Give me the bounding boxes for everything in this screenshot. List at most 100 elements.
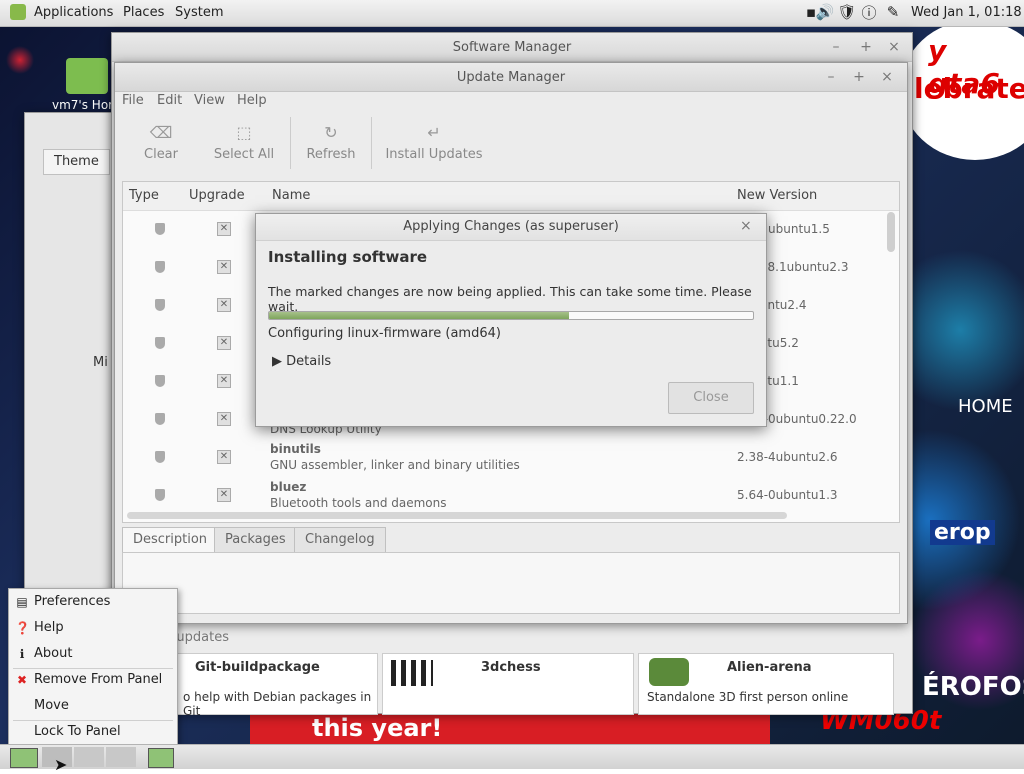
clock[interactable]: Wed Jan 1, 01:18 [911, 5, 1022, 20]
details-label: Details [286, 354, 332, 369]
menu-places[interactable]: Places [123, 5, 164, 20]
app-card-title: 3dchess [481, 660, 541, 675]
menu-edit[interactable]: Edit [157, 93, 182, 108]
close-icon[interactable]: × [740, 218, 752, 234]
menu-file[interactable]: File [122, 93, 144, 108]
workspace-3[interactable] [106, 747, 136, 767]
upgrade-checkbox[interactable]: ✕ [217, 222, 231, 236]
menu-system[interactable]: System [175, 5, 223, 20]
wallpaper-text-2: lebrate [914, 72, 1024, 105]
col-type[interactable]: Type [129, 182, 159, 210]
security-icon [155, 375, 165, 387]
col-name[interactable]: Name [272, 182, 310, 210]
close-button[interactable]: Close [668, 382, 754, 414]
show-desktop-icon[interactable] [10, 748, 38, 768]
security-icon [155, 337, 165, 349]
clear-button[interactable]: ⌫ Clear [131, 113, 191, 173]
close-icon[interactable]: × [886, 39, 902, 55]
mint-logo-icon[interactable] [10, 4, 26, 20]
row-version: 2.38-4ubuntu2.6 [737, 450, 838, 464]
upgrade-checkbox[interactable]: ✕ [217, 260, 231, 274]
menu-item-about[interactable]: ℹ About [9, 641, 177, 667]
table-row[interactable]: ✕ bluez Bluetooth tools and daemons 5.64… [123, 476, 899, 514]
network-icon[interactable]: ✎ [884, 3, 902, 21]
security-icon [155, 489, 165, 501]
about-icon: ℹ [19, 647, 25, 661]
toolbar-separator [290, 117, 291, 169]
upgrade-checkbox[interactable]: ✕ [217, 450, 231, 464]
maximize-icon[interactable]: + [858, 39, 874, 55]
details-expander[interactable]: ▶ Details [272, 354, 331, 369]
security-icon [155, 223, 165, 235]
dialog-heading: Installing software [268, 248, 428, 266]
upgrade-checkbox[interactable]: ✕ [217, 336, 231, 350]
wallpaper-text-5: ÉROFOS [922, 672, 1024, 702]
menu-item-move[interactable]: Move [9, 693, 177, 719]
preferences-icon: ▤ [16, 595, 28, 609]
upgrade-checkbox[interactable]: ✕ [217, 298, 231, 312]
tab-packages[interactable]: Packages [214, 527, 297, 553]
progress-status: Configuring linux-firmware (amd64) [268, 326, 501, 341]
close-icon[interactable]: × [879, 69, 895, 85]
install-label: Install Updates [385, 147, 483, 162]
upgrade-checkbox[interactable]: ✕ [217, 374, 231, 388]
tab-changelog[interactable]: Changelog [294, 527, 386, 553]
upgrade-checkbox[interactable]: ✕ [217, 488, 231, 502]
minimize-icon[interactable]: – [828, 39, 844, 55]
maximize-icon[interactable]: + [851, 69, 867, 85]
security-icon [155, 261, 165, 273]
panel-applet-icon[interactable] [148, 748, 174, 768]
menu-help[interactable]: Help [237, 93, 267, 108]
upgrade-checkbox[interactable]: ✕ [217, 412, 231, 426]
dialog-message: The marked changes are now being applied… [268, 284, 752, 314]
row-version: 5.64-0ubuntu1.3 [737, 488, 838, 502]
refresh-icon: ↻ [324, 123, 338, 142]
col-upgrade[interactable]: Upgrade [189, 182, 245, 210]
home-folder-icon[interactable] [66, 58, 108, 94]
menu-view[interactable]: View [194, 93, 225, 108]
row-name: bluez [270, 480, 307, 494]
menu-item-remove-from-panel[interactable]: ✖ Remove From Panel [9, 667, 177, 693]
select-all-icon: ⬚ [236, 123, 252, 142]
menu-item-preferences[interactable]: ▤ Preferences [9, 589, 177, 615]
minimize-icon[interactable]: – [823, 69, 839, 85]
select-all-label: Select All [213, 147, 275, 162]
applying-changes-dialog: Applying Changes (as superuser) × Instal… [255, 213, 767, 427]
chess-icon [391, 660, 433, 686]
refresh-button[interactable]: ↻ Refresh [301, 113, 361, 173]
toolbar: ⌫ Clear ⬚ Select All ↻ Refresh ↵ Install… [115, 113, 907, 175]
update-manager-titlebar[interactable]: Update Manager [115, 63, 907, 92]
tab-description[interactable]: Description [122, 527, 219, 553]
dialog-titlebar[interactable]: Applying Changes (as superuser) [256, 214, 766, 241]
app-card-title: Git-buildpackage [195, 660, 320, 675]
update-icon[interactable]: ⓘ [860, 3, 878, 22]
themes-partial-label: Mi [93, 355, 108, 370]
shield-icon[interactable]: 🛡 [837, 3, 856, 21]
menu-item-lock-to-panel[interactable]: Lock To Panel [9, 719, 177, 745]
list-header: Type Upgrade Name New Version [123, 182, 899, 211]
col-new-version[interactable]: New Version [737, 182, 817, 210]
app-card-3dchess[interactable]: 3dchess [382, 653, 634, 715]
software-manager-titlebar[interactable]: Software Manager [112, 33, 912, 62]
menu-item-help[interactable]: ❓ Help [9, 615, 177, 641]
horizontal-scrollbar[interactable] [127, 512, 787, 519]
refresh-label: Refresh [306, 147, 356, 162]
workspace-2[interactable] [74, 747, 104, 767]
wallpaper-text-3: HOME [958, 396, 1013, 417]
tab-theme[interactable]: Theme [43, 149, 110, 175]
toolbar-separator [371, 117, 372, 169]
app-card-alien-arena[interactable]: Alien-arena Standalone 3D first person o… [638, 653, 894, 715]
vertical-scrollbar[interactable] [887, 212, 895, 252]
select-all-button[interactable]: ⬚ Select All [211, 113, 277, 173]
menubar: File Edit View Help [115, 91, 907, 111]
clear-icon: ⌫ [149, 123, 173, 142]
expander-arrow-icon: ▶ [272, 354, 282, 369]
install-updates-button[interactable]: ↵ Install Updates [385, 113, 483, 173]
menu-applications[interactable]: Applications [34, 5, 113, 20]
progress-fill [269, 312, 570, 319]
table-row[interactable]: ✕ binutils GNU assembler, linker and bin… [123, 438, 899, 476]
mouse-cursor-icon: ➤ [54, 755, 68, 774]
help-icon: ❓ [15, 621, 30, 635]
volume-icon[interactable]: 🔊 [816, 3, 835, 21]
app-card-title: Alien-arena [727, 660, 812, 675]
